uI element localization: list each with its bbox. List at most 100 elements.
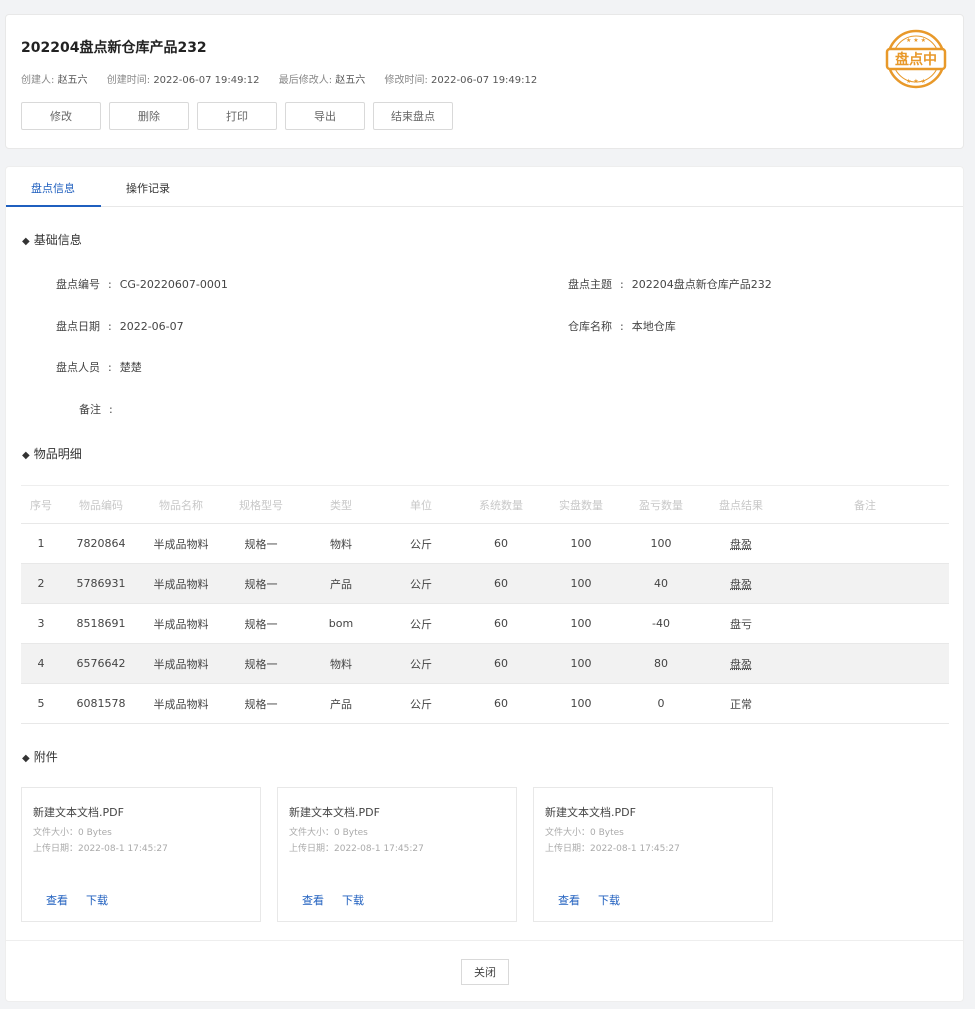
table-cell: 产品 bbox=[330, 697, 352, 711]
field-remark: 备注: bbox=[79, 403, 113, 416]
section-item-details: ◆ 物品明细 bbox=[22, 447, 82, 461]
table-cell: 1 bbox=[37, 537, 45, 550]
table-cell: 公斤 bbox=[410, 657, 432, 671]
footer-divider bbox=[6, 940, 963, 941]
table-cell: 正常 bbox=[730, 697, 752, 711]
download-link[interactable]: 下载 bbox=[598, 892, 620, 908]
table-row: 5 6081578 半成品物料 规格一 产品 公斤 60 100 0 正常 bbox=[21, 684, 949, 724]
creator-label: 创建人: bbox=[21, 75, 55, 86]
column-header: 单位 bbox=[410, 498, 432, 512]
column-header: 类型 bbox=[330, 498, 352, 512]
table-cell: 物料 bbox=[330, 657, 352, 671]
view-link[interactable]: 查看 bbox=[46, 892, 68, 908]
table-cell: 6576642 bbox=[76, 657, 126, 670]
active-tab-indicator bbox=[6, 205, 101, 207]
field-value: 202204盘点新仓库产品232 bbox=[631, 278, 772, 291]
table-cell: 6081578 bbox=[76, 697, 126, 710]
table-cell: 60 bbox=[494, 537, 508, 550]
table-cell: 60 bbox=[494, 577, 508, 590]
section-attachments: ◆ 附件 bbox=[22, 750, 58, 764]
table-cell bbox=[781, 524, 949, 563]
field-value: 2022-06-07 bbox=[119, 320, 184, 333]
edit-button[interactable]: 修改 bbox=[21, 102, 101, 130]
attachment-card: 新建文本文档.PDF 文件大小：0 Bytes 上传日期：2022-08-1 1… bbox=[533, 787, 773, 922]
table-row: 1 7820864 半成品物料 规格一 物料 公斤 60 100 100 盘盈 bbox=[21, 524, 949, 564]
modified-time-label: 修改时间: bbox=[384, 75, 428, 86]
status-stamp-icon: ★ ★ ★ ★ ★ ★ 盘点中 bbox=[885, 29, 947, 89]
view-link[interactable]: 查看 bbox=[558, 892, 580, 908]
column-header: 规格型号 bbox=[239, 498, 283, 512]
stamp-label: 盘点中 bbox=[895, 51, 937, 68]
delete-button[interactable]: 删除 bbox=[109, 102, 189, 130]
tab-operation-log[interactable]: 操作记录 bbox=[126, 180, 170, 196]
attachment-date: 上传日期：2022-08-1 17:45:27 bbox=[545, 844, 680, 854]
table-cell: 60 bbox=[494, 697, 508, 710]
table-cell: bom bbox=[328, 617, 354, 630]
table-cell: 80 bbox=[654, 657, 668, 670]
table-cell: 盘亏 bbox=[730, 617, 752, 631]
field-value: 本地仓库 bbox=[631, 320, 676, 333]
field-value: 楚楚 bbox=[119, 361, 142, 374]
column-header: 盘点结果 bbox=[719, 498, 763, 512]
download-link[interactable]: 下载 bbox=[86, 892, 108, 908]
column-header: 序号 bbox=[30, 498, 52, 512]
field-warehouse-name: 仓库名称: 本地仓库 bbox=[568, 320, 676, 333]
items-table: 序号 物品编码 物品名称 规格型号 类型 单位 系统数量 实盘数量 盈亏数量 盘… bbox=[21, 485, 949, 724]
column-header: 物品名称 bbox=[159, 498, 203, 512]
field-label: 盘点人员 bbox=[56, 361, 100, 374]
result-link[interactable]: 盘盈 bbox=[701, 564, 781, 603]
table-cell: 100 bbox=[650, 537, 672, 550]
section-basic-info: ◆ 基础信息 bbox=[22, 233, 82, 247]
table-cell: 3 bbox=[37, 617, 45, 630]
created-time-value: 2022-06-07 19:49:12 bbox=[153, 75, 260, 86]
table-cell: 100 bbox=[570, 697, 592, 710]
table-cell: 公斤 bbox=[410, 617, 432, 631]
view-link[interactable]: 查看 bbox=[302, 892, 324, 908]
attachment-name: 新建文本文档.PDF bbox=[545, 806, 636, 819]
table-cell: 100 bbox=[570, 577, 592, 590]
table-row: 3 8518691 半成品物料 规格一 bom 公斤 60 100 -40 盘亏 bbox=[21, 604, 949, 644]
column-header: 实盘数量 bbox=[559, 498, 603, 512]
tab-count-info[interactable]: 盘点信息 bbox=[31, 180, 75, 196]
table-row: 4 6576642 半成品物料 规格一 物料 公斤 60 100 80 盘盈 bbox=[21, 644, 949, 684]
table-cell: 公斤 bbox=[410, 697, 432, 711]
table-cell: 100 bbox=[570, 657, 592, 670]
table-cell: 7820864 bbox=[76, 537, 126, 550]
modifier-label: 最后修改人: bbox=[278, 75, 333, 86]
field-count-number: 盘点编号: CG-20220607-0001 bbox=[56, 278, 228, 291]
table-cell: 0 bbox=[657, 697, 665, 710]
field-label: 备注 bbox=[79, 403, 101, 416]
column-header: 系统数量 bbox=[479, 498, 523, 512]
close-button[interactable]: 关闭 bbox=[461, 959, 509, 985]
export-button[interactable]: 导出 bbox=[285, 102, 365, 130]
table-cell bbox=[781, 684, 949, 723]
section-basic-info-title: 基础信息 bbox=[33, 233, 82, 247]
column-header: 备注 bbox=[854, 498, 876, 512]
attachment-date: 上传日期：2022-08-1 17:45:27 bbox=[33, 844, 168, 854]
table-cell: 物料 bbox=[330, 537, 352, 551]
print-button[interactable]: 打印 bbox=[197, 102, 277, 130]
field-count-date: 盘点日期:2022-06-07 bbox=[56, 320, 184, 333]
attachment-size: 文件大小：0 Bytes bbox=[33, 828, 112, 838]
attachment-name: 新建文本文档.PDF bbox=[289, 806, 380, 819]
column-header: 盈亏数量 bbox=[639, 498, 683, 512]
table-cell: 40 bbox=[654, 577, 668, 590]
table-cell: 半成品物料 bbox=[153, 617, 209, 631]
download-link[interactable]: 下载 bbox=[342, 892, 364, 908]
table-cell: 半成品物料 bbox=[153, 537, 209, 551]
attachment-size: 文件大小：0 Bytes bbox=[289, 828, 368, 838]
field-value: CG-20220607-0001 bbox=[119, 278, 228, 291]
field-count-subject: 盘点主题:202204盘点新仓库产品232 bbox=[568, 278, 772, 291]
result-link[interactable]: 盘盈 bbox=[701, 524, 781, 563]
section-item-details-title: 物品明细 bbox=[33, 447, 82, 461]
field-count-staff: 盘点人员: 楚楚 bbox=[56, 361, 142, 374]
finish-count-button[interactable]: 结束盘点 bbox=[373, 102, 453, 130]
table-row: 2 5786931 半成品物料 规格一 产品 公斤 60 100 40 盘盈 bbox=[21, 564, 949, 604]
page-title: 202204盘点新仓库产品232 bbox=[21, 40, 207, 56]
table-cell: 半成品物料 bbox=[153, 657, 209, 671]
attachment-card: 新建文本文档.PDF 文件大小：0 Bytes 上传日期：2022-08-1 1… bbox=[277, 787, 517, 922]
attachment-card: 新建文本文档.PDF 文件大小：0 Bytes 上传日期：2022-08-1 1… bbox=[21, 787, 261, 922]
attachment-size: 文件大小：0 Bytes bbox=[545, 828, 624, 838]
result-link[interactable]: 盘盈 bbox=[701, 644, 781, 683]
table-cell: 公斤 bbox=[410, 537, 432, 551]
